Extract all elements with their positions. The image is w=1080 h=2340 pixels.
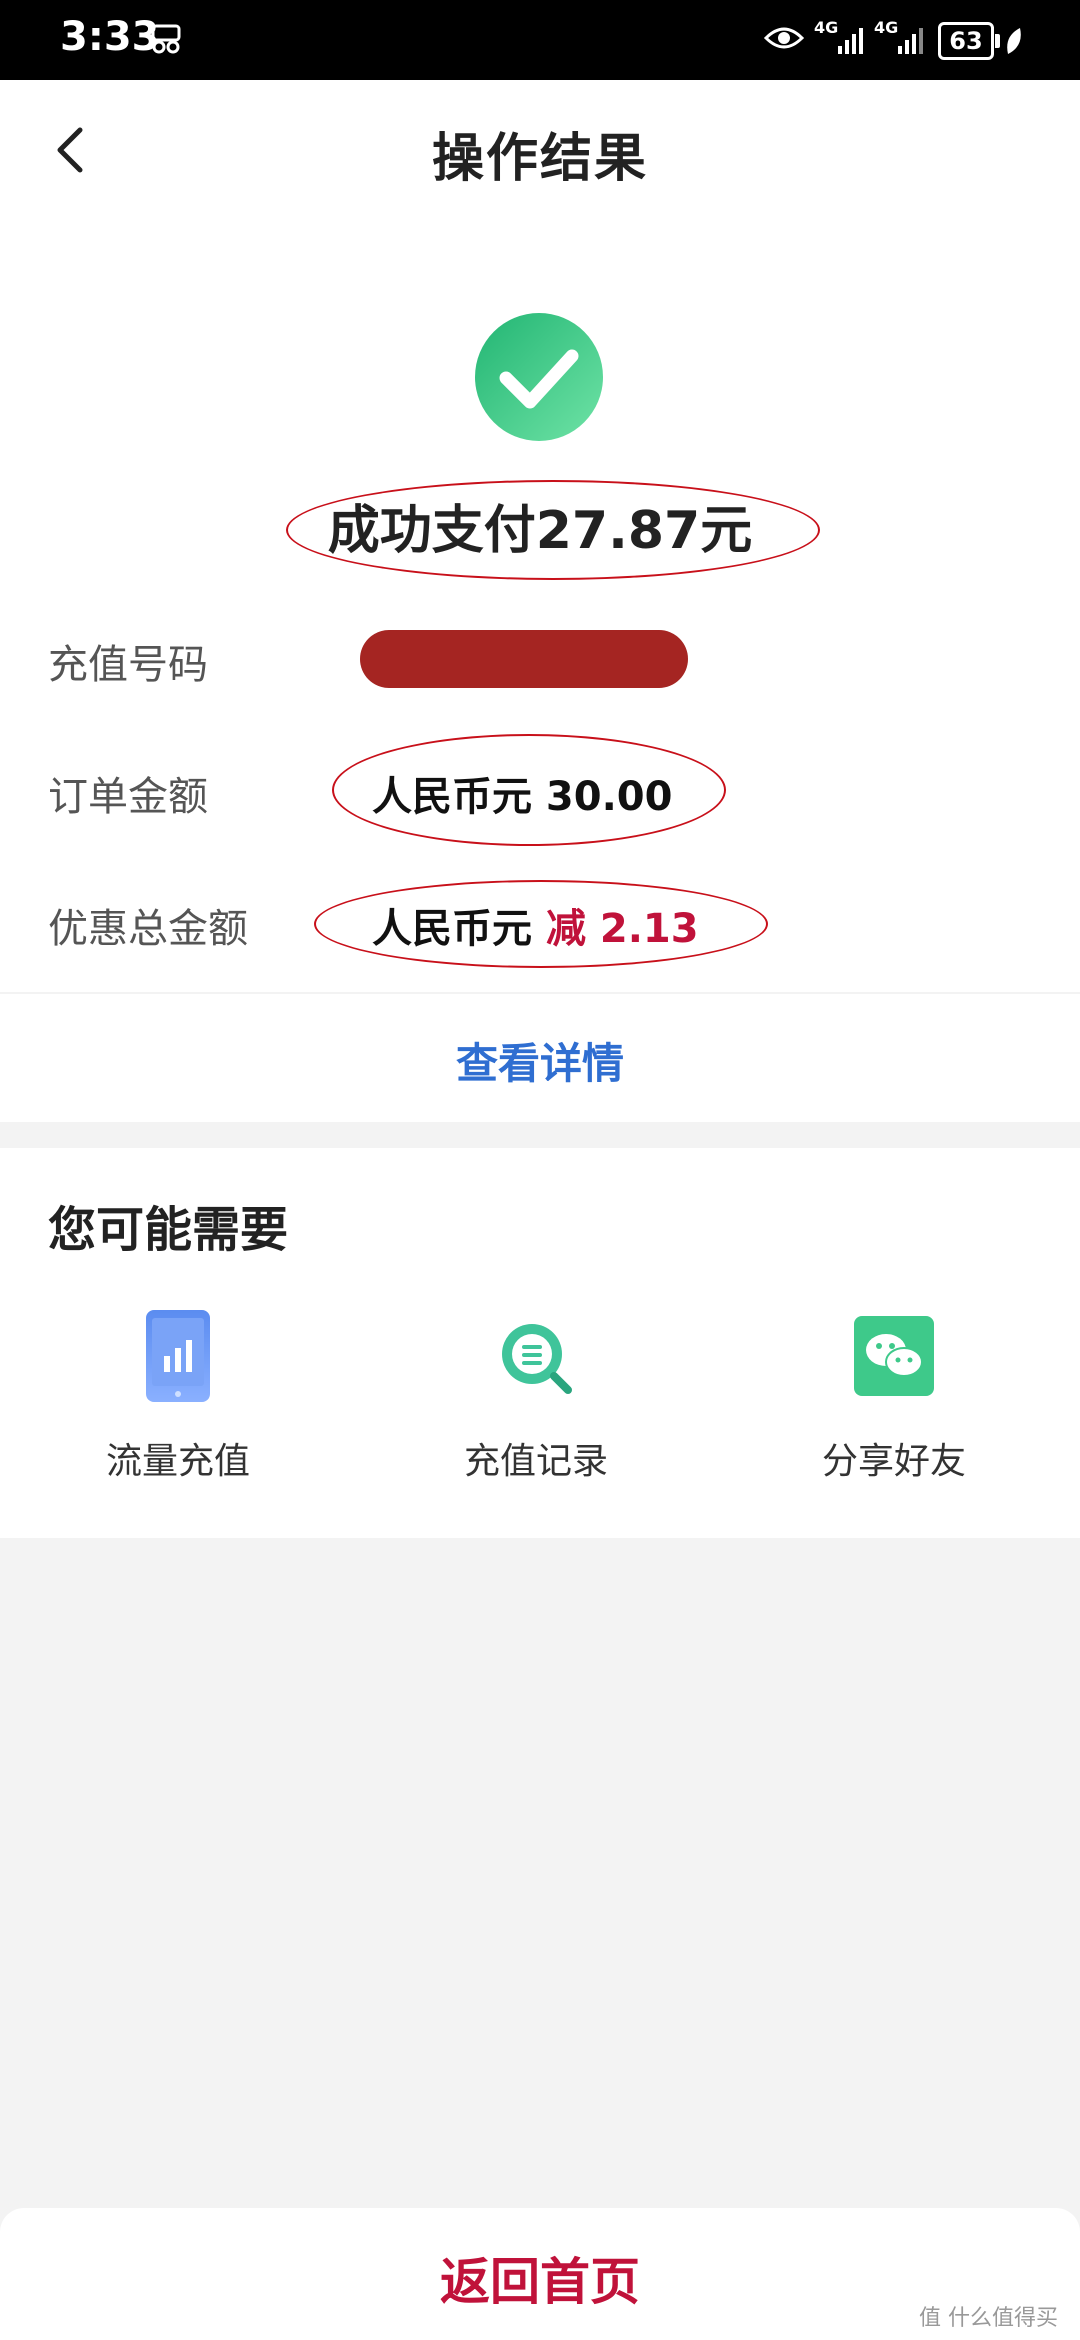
detail-section: 查看详情 <box>0 994 1080 1122</box>
recommendation-label: 流量充值 <box>105 1441 250 1482</box>
recommendation-share-friends[interactable]: 分享好友 <box>744 1308 1044 1488</box>
leaf-icon <box>1007 28 1021 54</box>
view-details-link[interactable]: 查看详情 <box>0 1030 1080 1091</box>
order-amount-label: 订单金额 <box>48 774 208 820</box>
eye-icon <box>764 27 804 49</box>
notification-icon <box>151 24 181 54</box>
watermark: 值 什么值得买 <box>919 2306 1058 2331</box>
result-card: 成功支付27.87元 充值号码 订单金额 人民币元 30.00 优惠总金额 人民… <box>0 220 1080 992</box>
wechat-icon <box>854 1316 934 1396</box>
discount-value: 人民币元 减 2.13 <box>372 896 699 954</box>
discount-amount: 减 2.13 <box>545 906 699 952</box>
signal-icon-1 <box>838 28 863 54</box>
discount-label: 优惠总金额 <box>48 906 248 952</box>
recommendation-label: 充值记录 <box>463 1441 608 1482</box>
recommendations-section: 您可能需要 流量充值 充值记录 分享好友 <box>0 1148 1080 1538</box>
search-list-icon <box>502 1324 572 1394</box>
redacted-phone-number <box>360 630 688 688</box>
recommendations-title: 您可能需要 <box>48 1202 289 1258</box>
network-label-1: 4G <box>814 18 839 37</box>
recommendation-data-topup[interactable]: 流量充值 <box>28 1308 328 1488</box>
bottom-bar: 返回首页 <box>0 2208 1080 2340</box>
battery-icon: 63 <box>938 22 1000 60</box>
status-time: 3:33 <box>60 14 160 60</box>
page-title: 操作结果 <box>431 129 648 189</box>
success-check-icon <box>475 313 603 441</box>
header: 操作结果 <box>0 80 1080 220</box>
status-bar: 3:33 4G 4G 63 <box>0 0 1080 80</box>
payment-amount: 成功支付27.87元 <box>327 501 753 561</box>
recommendation-label: 分享好友 <box>821 1441 966 1482</box>
discount-currency: 人民币元 <box>372 906 532 952</box>
recommendation-topup-history[interactable]: 充值记录 <box>386 1308 686 1488</box>
signal-icon-2 <box>898 28 923 54</box>
phone-data-icon <box>146 1310 210 1402</box>
phone-number-label: 充值号码 <box>48 642 208 688</box>
network-label-2: 4G <box>874 18 899 37</box>
order-amount-value: 人民币元 30.00 <box>372 774 673 820</box>
return-home-button[interactable]: 返回首页 <box>0 2242 1080 2314</box>
